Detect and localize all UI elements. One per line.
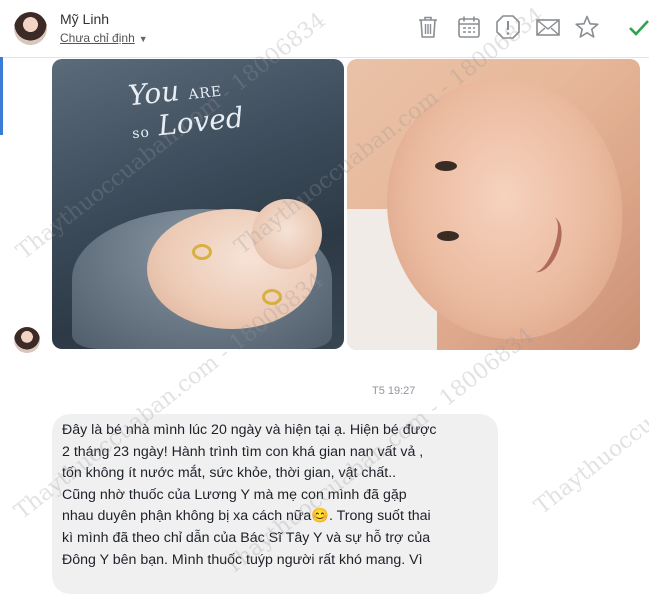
mail-icon: [536, 19, 560, 36]
baby-head-shape: [252, 199, 322, 269]
mark-unread-button[interactable]: [535, 14, 561, 40]
photo-overlay-text: You ARE so Loved: [127, 68, 273, 148]
message-text: Đây là bé nhà mình lúc 20 ngày và hiện t…: [62, 420, 492, 571]
message-line: 2 tháng 23 ngày! Hành trình tìm con khá …: [62, 443, 424, 460]
message-line: kì mình đã theo chỉ dẫn của Bác Sĩ Tây Y…: [62, 529, 431, 546]
bracelet-shape: [192, 244, 212, 260]
smile-shape: [519, 211, 569, 278]
eye-shape: [435, 161, 457, 171]
trash-icon: [419, 16, 437, 38]
alert-icon: [496, 15, 520, 39]
star-icon: [575, 15, 599, 38]
star-button[interactable]: [574, 14, 600, 40]
done-button[interactable]: [626, 14, 649, 40]
message-bubble[interactable]: Đây là bé nhà mình lúc 20 ngày và hiện t…: [52, 414, 498, 594]
sender-name[interactable]: Mỹ Linh: [60, 11, 109, 27]
message-line: Đây là bé nhà mình lúc 20 ngày và hiện t…: [62, 422, 437, 438]
calendar-icon: [458, 16, 480, 38]
overlay-word-you: You: [126, 74, 181, 113]
overlay-word-so: so: [131, 124, 151, 143]
eye-shape: [437, 231, 459, 241]
label-dropdown-text: Chưa chỉ định: [60, 31, 135, 45]
check-icon: [629, 20, 649, 36]
message-line: Đông Y bên bạn. Mình thuốc tuýp người rấ…: [62, 551, 423, 568]
report-button[interactable]: [495, 14, 521, 40]
message-line: nhau duyên phận không bị xa cách nữa😊. T…: [62, 508, 431, 525]
sender-avatar-small[interactable]: [14, 327, 40, 353]
message-timestamp: T5 19:27: [372, 385, 416, 397]
message-line: Cũng nhờ thuốc của Lương Y mà mẹ con mìn…: [62, 486, 407, 503]
watermark-text: Thaythuoccuaban: [530, 378, 649, 520]
trash-button[interactable]: [415, 14, 441, 40]
active-indicator: [0, 57, 3, 135]
calendar-button[interactable]: [456, 14, 482, 40]
conversation-header: Mỹ Linh Chưa chỉ định ▼: [0, 0, 649, 58]
label-dropdown[interactable]: Chưa chỉ định ▼: [60, 31, 148, 45]
baby-photo-newborn[interactable]: You ARE so Loved: [52, 59, 344, 349]
baby-photo-smiling[interactable]: [347, 59, 640, 350]
bracelet-shape: [262, 289, 282, 305]
message-line: tốn không ít nước mắt, sức khỏe, thời gi…: [62, 465, 397, 482]
sender-avatar[interactable]: [14, 12, 47, 45]
caret-down-icon: ▼: [138, 34, 148, 44]
overlay-word-are: ARE: [187, 83, 223, 104]
